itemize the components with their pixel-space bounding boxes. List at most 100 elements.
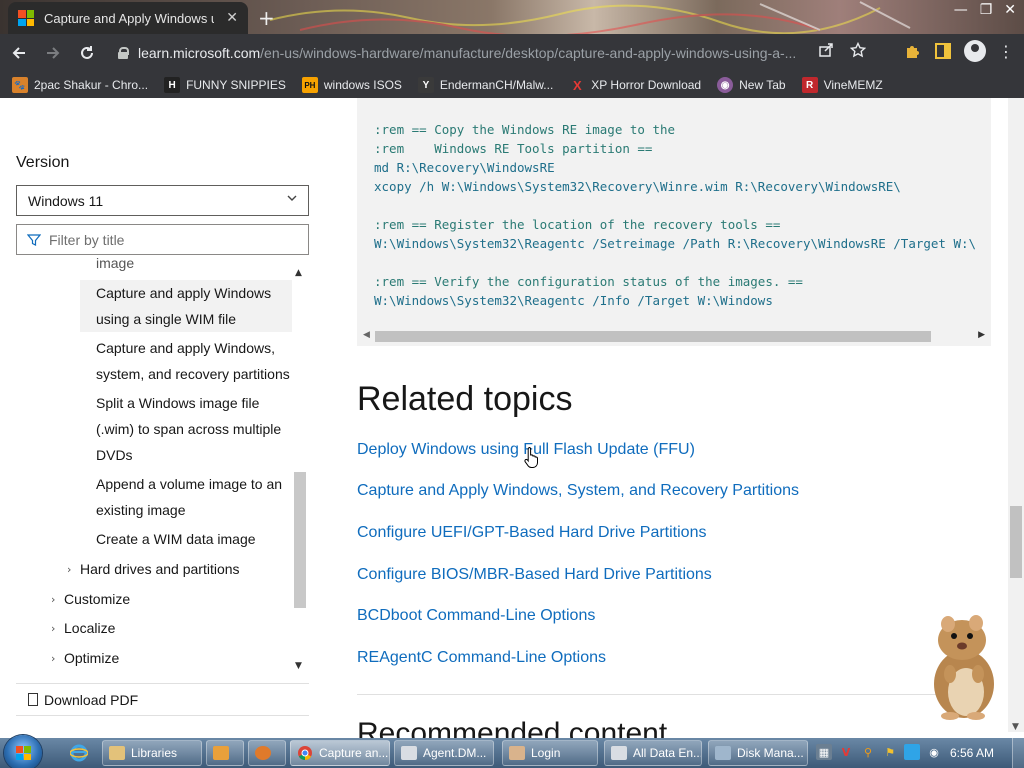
clock[interactable]: 6:56 AM	[950, 746, 994, 760]
system-tray: ▦ V ⚲ ⚑ ◉	[816, 744, 942, 760]
filter-input[interactable]: Filter by title	[16, 224, 309, 255]
toc-item-hard-drives[interactable]: Hard drives and partitions	[80, 556, 240, 582]
toc-scroll-up-icon[interactable]: ▲	[295, 268, 302, 278]
address-bar[interactable]: learn.microsoft.com/en-us/windows-hardwa…	[108, 39, 888, 67]
code-line: W:\Windows\System32\Reagentc /Setreimage…	[374, 236, 977, 251]
taskbar-disk-management[interactable]: Disk Mana...	[708, 740, 808, 766]
toc-item-append-1[interactable]: Append a volume image to an	[96, 471, 282, 497]
r-logo-icon: R	[801, 77, 818, 93]
internet-explorer-icon[interactable]	[68, 743, 90, 763]
reload-button[interactable]	[72, 38, 102, 68]
chevron-right-icon[interactable]: ›	[51, 652, 55, 665]
toc-item-capture-partitions-1[interactable]: Capture and apply Windows,	[96, 335, 275, 361]
back-button[interactable]	[4, 38, 34, 68]
page-scroll-thumb[interactable]	[1010, 506, 1022, 578]
bookmark-label: windows ISOS	[323, 78, 402, 92]
close-window-button[interactable]: ✕	[1004, 2, 1016, 18]
tab-close-icon[interactable]: ✕	[226, 10, 238, 26]
network-icon[interactable]: ▦	[816, 744, 832, 760]
chrome-icon	[298, 746, 312, 761]
related-link-partitions[interactable]: Capture and Apply Windows, System, and R…	[357, 482, 799, 500]
volume-icon[interactable]: ◉	[926, 744, 942, 760]
monitor-icon[interactable]	[904, 744, 920, 760]
version-select[interactable]: Windows 11	[16, 185, 309, 216]
forward-button[interactable]	[38, 38, 68, 68]
toc-item-append-2[interactable]: existing image	[96, 497, 186, 523]
scroll-left-icon[interactable]: ◀	[363, 330, 370, 340]
toc-item-capture-partitions-2[interactable]: system, and recovery partitions	[96, 361, 290, 387]
related-link-reagentc[interactable]: REAgentC Command-Line Options	[357, 649, 606, 667]
bookmark-endermanch[interactable]: Y EndermanCH/Malw...	[417, 77, 553, 93]
taskbar-media-player[interactable]	[206, 740, 244, 766]
restore-button[interactable]: ❐	[980, 2, 993, 18]
toc-item-split-2[interactable]: (.wim) to span across multiple	[96, 416, 281, 442]
toc-item-capture-single-wim-1[interactable]: Capture and apply Windows	[96, 280, 271, 306]
bookmark-label: New Tab	[739, 78, 786, 92]
code-line: :rem == Register the location of the rec…	[374, 217, 781, 232]
toc-item-localize[interactable]: Localize	[64, 615, 115, 641]
taskbar-firefox[interactable]	[248, 740, 286, 766]
chevron-right-icon[interactable]: ›	[51, 622, 55, 635]
extensions-puzzle-icon[interactable]	[904, 42, 922, 60]
page-scrollbar[interactable]: ▼	[1008, 98, 1024, 732]
scroll-down-icon[interactable]: ▼	[1012, 722, 1019, 732]
toc-item-image[interactable]: image	[96, 255, 134, 271]
chevron-right-icon[interactable]: ›	[67, 563, 71, 576]
bookmark-vinememz[interactable]: R VineMEMZ	[801, 77, 883, 93]
lock-icon	[118, 47, 129, 59]
window-controls: — ❐ ✕	[954, 2, 1016, 18]
kebab-menu-icon[interactable]: ⋮	[998, 42, 1014, 61]
show-desktop-button[interactable]	[1012, 738, 1024, 768]
reload-icon	[81, 46, 93, 59]
window-icon	[401, 746, 417, 760]
taskbar-all-data[interactable]: All Data En...	[604, 740, 702, 766]
toc-scroll-down-icon[interactable]: ▼	[295, 661, 302, 671]
code-horizontal-scrollbar[interactable]: ◀ ▶	[363, 329, 985, 343]
profile-avatar[interactable]	[964, 40, 986, 62]
scroll-right-icon[interactable]: ▶	[978, 330, 985, 340]
related-link-bios-mbr[interactable]: Configure BIOS/MBR-Based Hard Drive Part…	[357, 566, 712, 584]
bookmark-funny-snippies[interactable]: H FUNNY SNIPPIES	[164, 77, 286, 93]
toc-item-optimize[interactable]: Optimize	[64, 645, 119, 671]
hamster-mascot-icon	[934, 615, 994, 720]
recommended-content-heading: Recommended content	[357, 717, 668, 738]
star-bookmark-icon[interactable]	[850, 42, 866, 58]
code-line: :rem == Verify the configuration status …	[374, 274, 803, 289]
toc-scrollbar[interactable]	[294, 472, 306, 608]
bookmark-windows-isos[interactable]: PH windows ISOS	[301, 77, 402, 93]
chevron-right-icon[interactable]: ›	[51, 593, 55, 606]
related-link-bcdboot[interactable]: BCDboot Command-Line Options	[357, 607, 595, 625]
new-tab-button[interactable]: +	[258, 6, 275, 30]
chevron-down-icon	[286, 192, 298, 207]
microsoft-logo-icon	[18, 10, 34, 26]
download-pdf-button[interactable]: Download PDF	[16, 683, 309, 716]
taskbar-agent-dm[interactable]: Agent.DM...	[394, 740, 494, 766]
taskbar-chrome-capture[interactable]: Capture an...	[290, 740, 390, 766]
share-icon[interactable]	[818, 42, 834, 58]
bookmark-new-tab[interactable]: ◉ New Tab	[717, 77, 786, 93]
code-scroll-thumb[interactable]	[375, 331, 931, 342]
toc-item-customize[interactable]: Customize	[64, 586, 130, 612]
bookmark-label: XP Horror Download	[591, 78, 702, 92]
window-icon	[611, 746, 627, 760]
ph-logo-icon: PH	[301, 77, 318, 93]
minimize-button[interactable]: —	[954, 2, 968, 18]
flag-icon[interactable]: ⚑	[882, 744, 898, 760]
bookmark-xp-horror[interactable]: X XP Horror Download	[569, 77, 701, 93]
antivirus-icon[interactable]: V	[838, 744, 854, 760]
toolbar-right-actions: ⋮	[904, 40, 1014, 62]
bookmark-2pac[interactable]: 🐾 2pac Shakur - Chro...	[12, 77, 148, 93]
arrow-right-icon	[47, 47, 60, 59]
browser-tab-active[interactable]: Capture and Apply Windows usin ✕	[8, 2, 248, 34]
code-line: md R:\Recovery\WindowsRE	[374, 160, 555, 175]
search-magnifier-icon[interactable]: ⚲	[860, 744, 876, 760]
side-panel-icon[interactable]	[934, 42, 952, 60]
related-link-uefi-gpt[interactable]: Configure UEFI/GPT-Based Hard Drive Part…	[357, 524, 706, 542]
toc-item-wim-data[interactable]: Create a WIM data image	[96, 526, 256, 552]
toc-item-split-3[interactable]: DVDs	[96, 442, 133, 468]
start-button[interactable]	[4, 735, 42, 768]
toc-item-capture-single-wim-2[interactable]: using a single WIM file	[96, 306, 236, 332]
taskbar-libraries[interactable]: Libraries	[102, 740, 202, 766]
taskbar-login[interactable]: Login	[502, 740, 598, 766]
toc-item-split-1[interactable]: Split a Windows image file	[96, 390, 259, 416]
